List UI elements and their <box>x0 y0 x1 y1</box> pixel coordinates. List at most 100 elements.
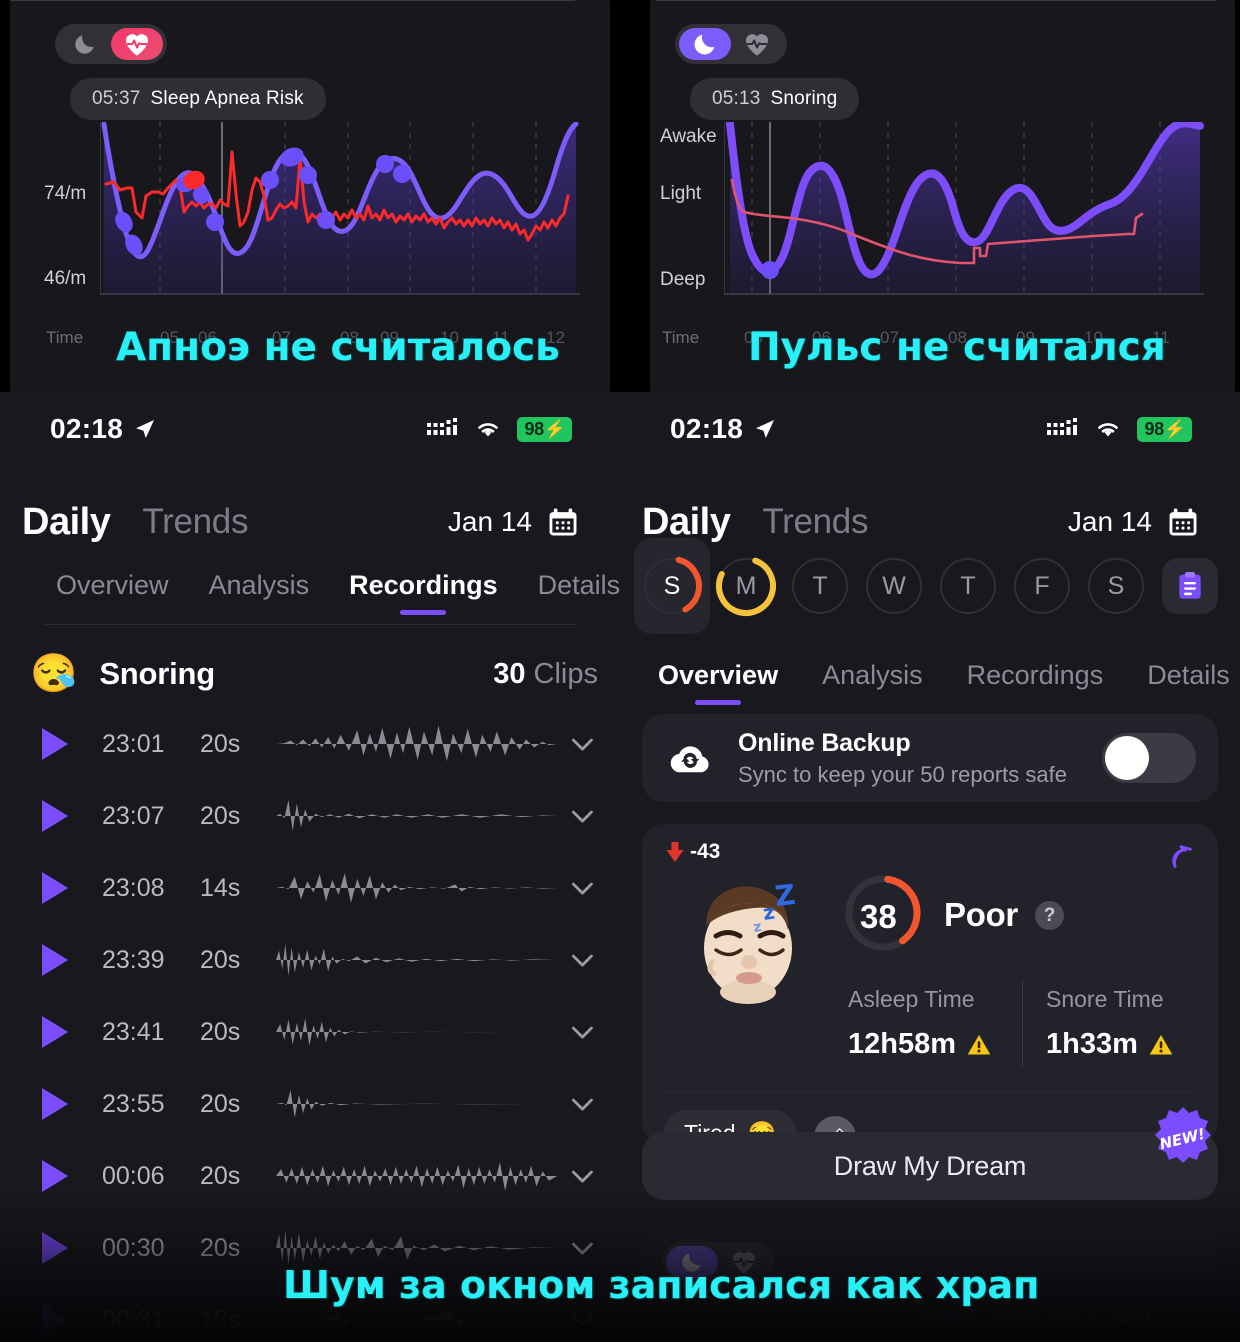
chevron-down-icon[interactable] <box>567 871 598 905</box>
table-row[interactable]: 23:01 20s <box>0 708 620 780</box>
left-status-bar: 02:18 98 ⚡ <box>0 408 620 450</box>
play-icon[interactable] <box>42 728 68 760</box>
apnea-y-label-high: 74/m <box>44 183 87 204</box>
waveform <box>276 725 558 762</box>
snore-time-text: 1h33m <box>1046 1028 1138 1060</box>
play-icon[interactable] <box>42 1088 68 1120</box>
snoring-event-chip[interactable]: 05:13 Snoring <box>690 78 860 120</box>
tab-analysis[interactable]: Analysis <box>822 660 923 705</box>
warning-icon <box>1149 1034 1173 1055</box>
chevron-down-icon[interactable] <box>567 727 598 761</box>
tab-active-underline <box>695 700 742 705</box>
tab-recordings[interactable]: Recordings <box>349 570 498 615</box>
play-icon[interactable] <box>42 1016 68 1048</box>
recording-duration: 20s <box>200 1161 241 1190</box>
tab-daily[interactable]: Daily <box>22 501 111 544</box>
table-row[interactable]: 23:08 14s <box>0 852 620 924</box>
tab-analysis-label: Analysis <box>208 570 310 600</box>
battery-percent: 98 <box>1144 418 1164 439</box>
score-label: Poor <box>944 896 1018 933</box>
day-button-m[interactable]: M <box>716 556 776 616</box>
heart-pulse-icon <box>746 34 768 56</box>
left-tab-divider <box>44 624 576 625</box>
online-backup-card[interactable]: Online Backup Sync to keep your 50 repor… <box>642 714 1218 802</box>
day-button-w[interactable]: W <box>866 558 922 614</box>
play-icon[interactable] <box>42 872 68 904</box>
caption-noise: Шум за окном записался как храп <box>283 1263 1040 1307</box>
chevron-down-icon[interactable] <box>567 1231 598 1265</box>
play-icon[interactable] <box>42 1232 68 1264</box>
table-row[interactable]: 23:39 20s <box>0 924 620 996</box>
tab-trends[interactable]: Trends <box>142 502 248 542</box>
chart-mode-toggle-left[interactable] <box>55 24 167 64</box>
tab-analysis[interactable]: Analysis <box>209 570 310 615</box>
day-button-f[interactable]: F <box>1014 558 1070 614</box>
apnea-event-chip[interactable]: 05:37 Sleep Apnea Risk <box>70 78 326 120</box>
share-icon[interactable] <box>1162 840 1196 874</box>
table-row[interactable]: 00:06 20s <box>0 1140 620 1212</box>
right-section-tabs: Overview Analysis Recordings Details <box>620 660 1240 705</box>
table-row[interactable]: 23:55 20s <box>0 1068 620 1140</box>
day-label: M <box>735 571 757 600</box>
table-row[interactable]: 23:07 20s <box>0 780 620 852</box>
sleeping-face-memoji: z Z z <box>704 878 797 1004</box>
question-icon[interactable]: ? <box>1035 901 1064 930</box>
battery-bolt-icon: ⚡ <box>543 418 566 439</box>
reports-button[interactable] <box>1162 558 1218 614</box>
tab-overview[interactable]: Overview <box>56 570 169 615</box>
chevron-down-icon[interactable] <box>567 799 598 833</box>
cloud-sync-icon <box>670 746 709 773</box>
chevron-down-icon[interactable] <box>567 1015 598 1049</box>
left-app-header: Daily Trends Jan 14 <box>0 492 620 552</box>
backup-title: Online Backup <box>738 728 911 757</box>
tab-trends[interactable]: Trends <box>762 502 868 542</box>
chevron-down-icon[interactable] <box>567 943 598 977</box>
battery-indicator: 98 ⚡ <box>1137 416 1192 442</box>
wifi-icon <box>1098 423 1119 437</box>
waveform <box>276 943 558 977</box>
day-label: T <box>960 571 976 600</box>
draw-my-dream-button[interactable]: Draw My Dream <box>642 1132 1218 1200</box>
chevron-down-icon[interactable] <box>567 1303 598 1337</box>
stat-divider <box>1022 980 1023 1066</box>
left-status-time-group: 02:18 <box>50 413 157 445</box>
right-status-bar: 02:18 98 ⚡ <box>620 408 1240 450</box>
ghost-event-chip: 06:50 Sleep Apnea Risk <box>920 1310 1156 1334</box>
play-icon[interactable] <box>42 800 68 832</box>
moon-mode-button-2[interactable] <box>679 28 731 60</box>
play-icon[interactable] <box>42 1160 68 1192</box>
ghost-event-time: 06:50 <box>920 1310 973 1333</box>
tab-details[interactable]: Details <box>1147 660 1230 705</box>
tab-recordings[interactable]: Recordings <box>967 660 1104 705</box>
recording-time: 00:31 <box>102 1305 165 1334</box>
chevron-down-icon[interactable] <box>567 1159 598 1193</box>
play-icon[interactable] <box>42 1304 68 1336</box>
day-button-t2[interactable]: T <box>940 558 996 614</box>
snoring-y-light: Light <box>660 183 702 204</box>
play-icon[interactable] <box>42 944 68 976</box>
left-section-tabs: Overview Analysis Recordings Details <box>0 570 620 615</box>
date-selector[interactable]: Jan 14 <box>448 505 580 539</box>
heart-pulse-icon <box>126 34 148 56</box>
chart-mode-toggle-right[interactable] <box>675 24 787 64</box>
date-selector[interactable]: Jan 14 <box>1068 505 1200 539</box>
heart-mode-button[interactable] <box>111 28 163 60</box>
left-status-icons: 98 ⚡ <box>427 416 572 442</box>
recording-time: 23:41 <box>102 1017 165 1046</box>
tab-overview[interactable]: Overview <box>658 660 778 705</box>
tab-overview-label: Overview <box>658 660 779 690</box>
day-button-t1[interactable]: T <box>792 558 848 614</box>
right-status-icons: 98 ⚡ <box>1047 416 1192 442</box>
chevron-down-icon[interactable] <box>567 1087 598 1121</box>
ghost-event-name: Sleep Apnea Risk <box>990 1310 1156 1333</box>
waveform <box>276 799 558 831</box>
tab-details[interactable]: Details <box>538 570 620 615</box>
day-button-s2[interactable]: S <box>1088 558 1144 614</box>
moon-mode-button[interactable] <box>59 28 111 60</box>
day-label: W <box>882 571 906 600</box>
table-row[interactable]: 23:41 20s <box>0 996 620 1068</box>
day-button-s1[interactable]: S <box>642 556 702 616</box>
clipboard-icon <box>1179 572 1201 599</box>
heart-mode-button-2[interactable] <box>731 28 783 60</box>
backup-toggle-switch[interactable] <box>1102 733 1196 783</box>
